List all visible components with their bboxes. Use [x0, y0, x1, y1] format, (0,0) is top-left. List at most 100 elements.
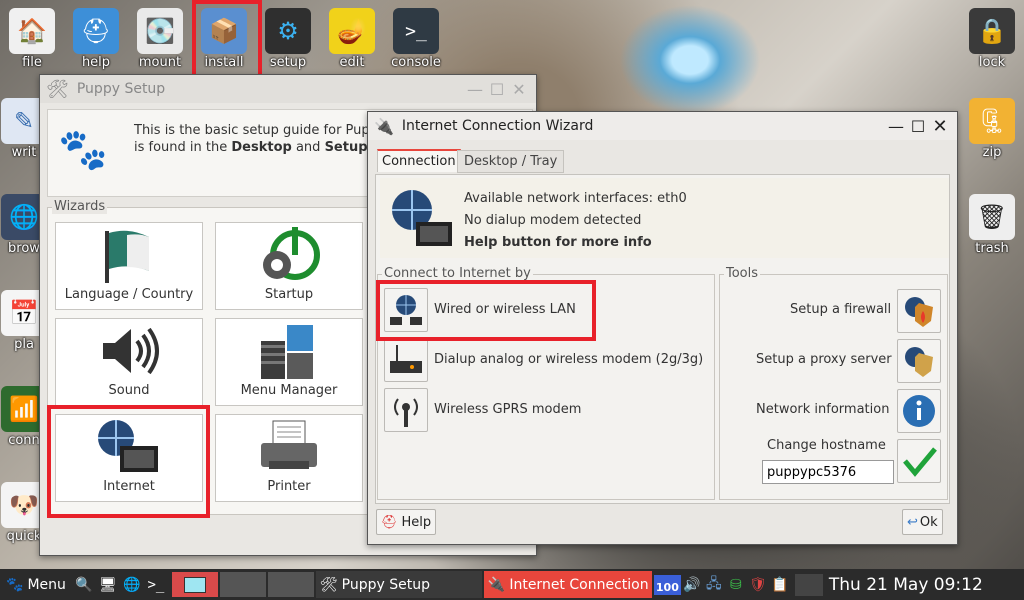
desktop-icon[interactable]: 🖥: [96, 577, 120, 593]
shield-fire-icon: [905, 297, 933, 327]
puppy-logo-icon: 🐾: [6, 576, 24, 593]
puppy-tools-icon: 🐾: [58, 127, 108, 173]
connect-label: Connect to Internet by: [382, 266, 533, 281]
firewall-label: Setup a firewall: [790, 302, 892, 317]
tools-label: Tools: [724, 266, 761, 281]
taskbar: 🐾 Menu 🔍 🖥 🌐 >_ 🛠 Puppy Setup 🔌 Internet…: [0, 569, 1024, 600]
desktop-icon-mount[interactable]: 💽 mount: [130, 8, 190, 70]
zip-icon: 🗜: [969, 98, 1015, 144]
info-panel: Available network interfaces: eth0 No di…: [380, 178, 949, 258]
gear-icon: ⚙: [265, 8, 311, 54]
lamp-icon: 🪔: [329, 8, 375, 54]
intro-text: This is the basic setup guide for Pup is…: [134, 123, 370, 155]
hostname-label: Change hostname: [767, 438, 886, 453]
speaker-icon[interactable]: 🔊: [681, 577, 703, 593]
tile-startup[interactable]: Startup: [215, 222, 363, 310]
help-button[interactable]: ⛑ Help: [376, 509, 437, 535]
firewall-icon[interactable]: 🛡: [747, 577, 769, 593]
desktop-icon-trash[interactable]: 🗑 trash: [962, 194, 1022, 256]
clipboard-icon[interactable]: 📋: [769, 577, 791, 593]
maximize-button[interactable]: ☐: [486, 80, 508, 99]
desktop-icon-edit[interactable]: 🪔 edit: [322, 8, 382, 70]
hostname-input[interactable]: [762, 460, 894, 484]
desktop-icon-lock[interactable]: 🔒 lock: [962, 8, 1022, 70]
menu-blocks-icon: [216, 319, 362, 383]
task-puppy-setup[interactable]: 🛠 Puppy Setup: [315, 571, 482, 598]
shield-icon: [905, 347, 933, 377]
speaker-icon: [56, 319, 202, 383]
tile-sound[interactable]: Sound: [55, 318, 203, 406]
antenna-icon: [394, 398, 418, 427]
tile-printer[interactable]: Printer: [215, 414, 363, 502]
lifebuoy-icon: ⛑: [381, 514, 398, 530]
network-icon[interactable]: 🖧: [703, 573, 725, 597]
terminal-icon[interactable]: >_: [144, 577, 168, 593]
puppy-setup-titlebar[interactable]: 🛠 Puppy Setup — ☐ ✕: [40, 75, 536, 103]
power-gear-icon: [216, 223, 362, 287]
tile-menu-manager[interactable]: Menu Manager: [215, 318, 363, 406]
search-icon[interactable]: 🔍: [72, 577, 96, 593]
tab-connection[interactable]: Connection: [377, 149, 461, 172]
workspace-3[interactable]: [267, 572, 314, 597]
desktop-icon-zip[interactable]: 🗜 zip: [962, 98, 1022, 160]
clock[interactable]: Thu 21 May 09:12: [829, 575, 983, 595]
desktop-icon-setup[interactable]: ⚙ setup: [258, 8, 318, 70]
printer-icon: [216, 415, 362, 479]
network-globe-icon: [388, 186, 454, 256]
network-info-button[interactable]: [897, 389, 941, 433]
help-hint-text: Help button for more info: [464, 235, 652, 250]
tools-icon: 🛠: [46, 78, 69, 100]
window-title: Puppy Setup: [76, 81, 166, 97]
minimize-button[interactable]: —: [464, 80, 486, 99]
task-internet-wizard[interactable]: 🔌 Internet Connection W: [483, 571, 652, 598]
maximize-button[interactable]: ☐: [907, 117, 929, 136]
wizard-titlebar[interactable]: 🔌 Internet Connection Wizard — ☐ ✕: [368, 112, 957, 140]
wizard-title: Internet Connection Wizard: [401, 118, 594, 134]
plug-icon: 🔌: [374, 116, 394, 136]
close-button[interactable]: ✕: [508, 80, 530, 99]
minimize-button[interactable]: —: [885, 117, 907, 136]
firewall-button[interactable]: [897, 289, 941, 333]
back-arrow-icon: ↩: [907, 514, 918, 530]
drive-icon[interactable]: ⛁: [725, 577, 747, 593]
drive-icon: 💽: [137, 8, 183, 54]
lifebuoy-icon: ⛑: [73, 8, 119, 54]
ok-button[interactable]: ↩ Ok: [902, 509, 943, 535]
checkmark-icon: [903, 447, 937, 477]
modem-button[interactable]: [384, 338, 428, 382]
flag-icon: [56, 223, 202, 287]
close-button[interactable]: ✕: [929, 116, 951, 137]
internet-highlight: [47, 405, 210, 518]
lan-highlight: [376, 280, 596, 341]
menu-button[interactable]: 🐾 Menu: [0, 577, 72, 593]
proxy-label: Setup a proxy server: [756, 352, 892, 367]
modem-option-label[interactable]: Dialup analog or wireless modem (2g/3g): [434, 352, 703, 367]
terminal-icon: >_: [393, 8, 439, 54]
browser-icon[interactable]: 🌐: [120, 577, 144, 593]
workspace-2[interactable]: [219, 572, 266, 597]
desktop-icon-console[interactable]: >_ console: [386, 8, 446, 70]
install-highlight: [192, 0, 262, 80]
desktop-icon-help[interactable]: ⛑ help: [66, 8, 126, 70]
plug-icon: 🔌: [487, 576, 506, 593]
modem-icon: [390, 345, 422, 373]
volume-level[interactable]: 100: [653, 574, 681, 595]
proxy-button[interactable]: [897, 339, 941, 383]
workspace-1[interactable]: [171, 572, 218, 597]
info-icon: [903, 395, 935, 427]
apply-hostname-button[interactable]: [897, 439, 941, 483]
desktop-icon-file[interactable]: 🏠 file: [2, 8, 62, 70]
network-info-label: Network information: [756, 402, 890, 417]
tab-desktop-tray[interactable]: Desktop / Tray: [457, 150, 565, 173]
tools-icon: 🛠: [319, 576, 338, 593]
gprs-button[interactable]: [384, 388, 428, 432]
gprs-option-label[interactable]: Wireless GPRS modem: [434, 402, 581, 417]
wizards-label: Wizards: [52, 199, 108, 214]
lock-icon: 🔒: [969, 8, 1015, 54]
window-thumb-icon: [183, 576, 206, 593]
trash-icon: 🗑: [969, 194, 1015, 240]
cpu-graph-icon: [794, 573, 823, 596]
interfaces-text: Available network interfaces: eth0: [464, 191, 687, 206]
modem-text: No dialup modem detected: [464, 213, 642, 228]
tile-language-country[interactable]: Language / Country: [55, 222, 203, 310]
